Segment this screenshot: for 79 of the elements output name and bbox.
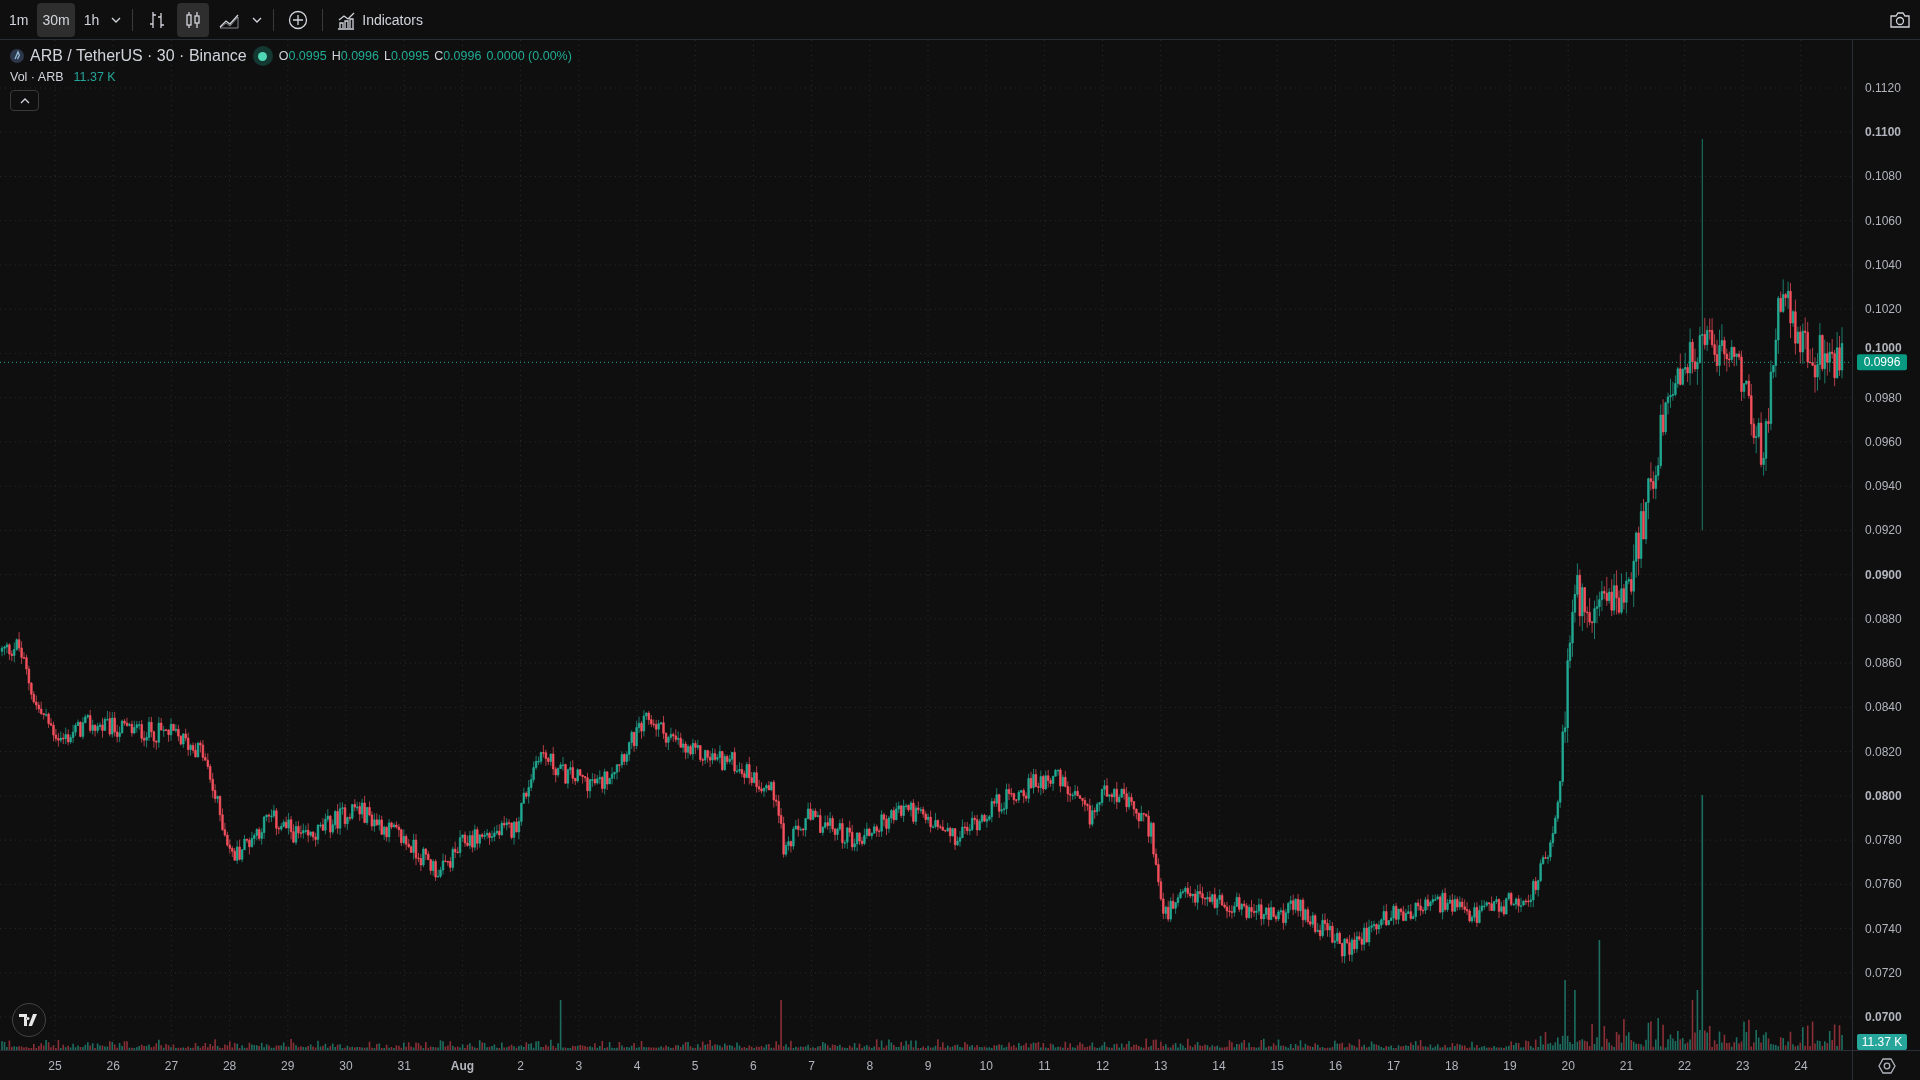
price-tick-label: 0.0800 [1865, 788, 1902, 803]
camera-icon [1889, 9, 1911, 30]
price-tick-label: 0.0840 [1865, 700, 1902, 715]
ohlc-value: L0.0995 [383, 49, 430, 63]
chart-type-button[interactable] [177, 2, 210, 37]
price-tick-label: 0.0700 [1865, 1010, 1902, 1025]
time-tick-label: 17 [1386, 1059, 1401, 1073]
interval-tab[interactable]: 1m [4, 2, 34, 37]
ohlc-value: H0.0996 [331, 49, 379, 63]
time-tick-label: 16 [1328, 1059, 1343, 1073]
price-tick-label: 0.1100 [1865, 125, 1902, 140]
price-tick-label: 0.1060 [1865, 213, 1902, 228]
price-change: 0.0000 (0.00%) [486, 49, 572, 63]
time-tick-label: 7 [808, 1059, 815, 1073]
price-tick-label: 0.1120 [1865, 81, 1901, 95]
volume-value-label: 11.37 K [1857, 1034, 1907, 1050]
price-tick-label: 0.0860 [1865, 656, 1902, 671]
time-tick-label: 4 [633, 1059, 641, 1073]
time-tick-label: 19 [1503, 1059, 1517, 1073]
time-tick-label: 24 [1794, 1059, 1808, 1073]
time-tick-label: 10 [979, 1059, 993, 1073]
settings-icon [1877, 1056, 1896, 1075]
time-tick-label: 27 [164, 1059, 179, 1073]
time-tick-label: 11 [1038, 1059, 1051, 1073]
time-tick-label: 21 [1619, 1059, 1634, 1073]
symbol-title: ARB / TetherUS · 30 · Binance [30, 47, 247, 65]
ohlc-value: C0.0996 [434, 49, 482, 63]
time-tick-label: 20 [1561, 1059, 1575, 1073]
time-tick-label: 9 [924, 1059, 932, 1073]
logo-icon [19, 1014, 39, 1026]
time-tick-label: 18 [1445, 1059, 1459, 1073]
caret-icon [252, 16, 263, 23]
price-tick-label: 0.0720 [1865, 965, 1902, 980]
collapse-button[interactable] [10, 90, 39, 111]
price-tick-label: 0.1040 [1865, 257, 1902, 272]
price-tick-label: 0.0960 [1865, 434, 1902, 449]
time-tick-label: 30 [339, 1059, 353, 1073]
indicators-button[interactable]: Indicators [331, 2, 428, 37]
price-tick-label: 0.1080 [1865, 169, 1902, 184]
time-tick-label: 5 [691, 1059, 699, 1073]
volume-label: Vol · ARB [10, 70, 64, 84]
chevron-up-icon [19, 97, 30, 104]
price-tick-label: 0.0900 [1865, 567, 1902, 582]
price-tick-label: 0.0880 [1865, 611, 1902, 626]
interval-tab[interactable]: 1h [78, 2, 105, 37]
price-tick-label: 0.0820 [1865, 744, 1902, 759]
interval-tab[interactable]: 30m [37, 2, 75, 37]
current-price-label: 0.0996 [1857, 354, 1907, 371]
time-tick-label: 15 [1270, 1059, 1284, 1073]
time-tick-label: 2 [517, 1059, 524, 1073]
price-tick-label: 0.0920 [1865, 523, 1902, 538]
price-tick-label: 0.1000 [1865, 341, 1902, 356]
price-tick-label: 0.0740 [1865, 921, 1902, 936]
ohlc-value: O0.0995 [278, 49, 327, 63]
time-tick-label: 13 [1154, 1059, 1168, 1073]
time-tick-label: 22 [1677, 1059, 1692, 1073]
time-tick-label: 31 [397, 1059, 411, 1073]
price-tick-label: 0.0940 [1865, 479, 1902, 494]
plus-circle-icon [287, 8, 310, 31]
time-tick-label: 29 [281, 1059, 295, 1073]
time-tick-label: 12 [1095, 1059, 1110, 1073]
time-tick-label: 3 [575, 1059, 583, 1073]
logo-badge[interactable] [12, 1003, 46, 1037]
time-tick-label: 23 [1736, 1059, 1750, 1073]
time-tick-label: 8 [866, 1059, 874, 1073]
price-tick-label: 0.0760 [1865, 877, 1902, 892]
coin-logo-icon [10, 49, 24, 63]
price-tick-label: 0.0780 [1865, 833, 1902, 848]
time-tick-label: 28 [222, 1059, 237, 1073]
price-tick-label: 0.1020 [1865, 302, 1902, 317]
price-tick-label: 0.0980 [1865, 390, 1902, 405]
time-tick-label: 14 [1212, 1059, 1226, 1073]
market-status-dot [258, 51, 268, 61]
caret-icon [111, 16, 122, 23]
volume-value: 11.37 K [73, 70, 116, 84]
time-tick-label: 26 [106, 1059, 120, 1073]
time-tick-label: 6 [750, 1059, 757, 1073]
time-tick-label: 25 [48, 1059, 62, 1073]
time-tick-label: Aug [450, 1059, 475, 1073]
